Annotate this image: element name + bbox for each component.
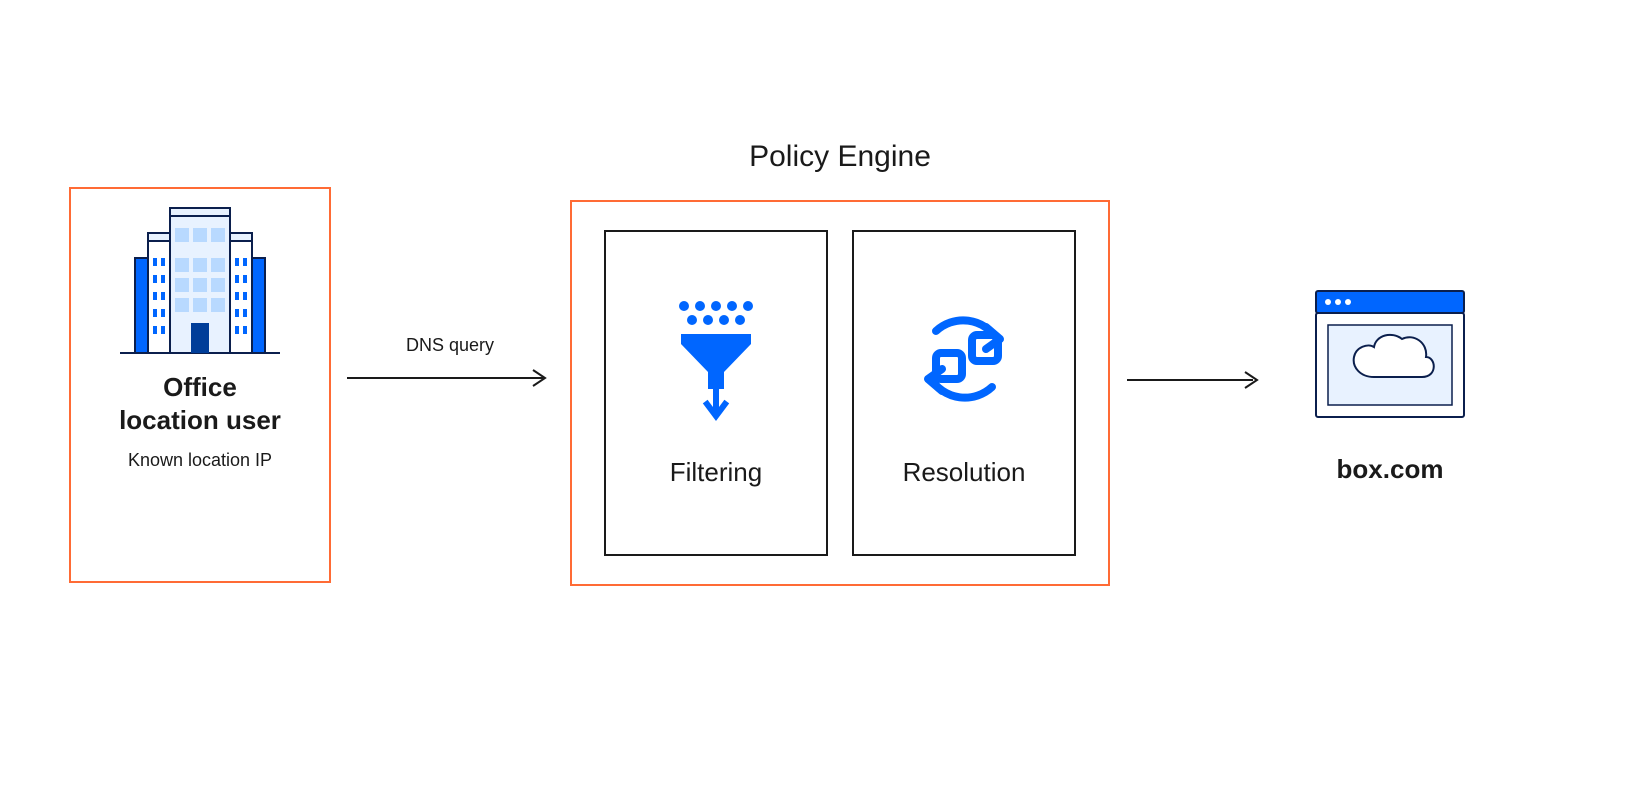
arrow-right-icon xyxy=(345,368,555,388)
policy-engine-title: Policy Engine xyxy=(570,140,1110,174)
office-user-title: Office location user xyxy=(119,371,281,436)
output-arrow xyxy=(1125,370,1265,390)
office-building-icon xyxy=(115,213,285,353)
resolution-box: Resolution xyxy=(852,230,1076,556)
office-user-title-line2: location user xyxy=(119,405,281,435)
destination-box: box.com xyxy=(1280,285,1500,485)
policy-engine-box: Filtering Resolution xyxy=(570,200,1110,586)
destination-label: box.com xyxy=(1337,454,1444,485)
cycle-icon xyxy=(904,289,1024,429)
office-user-subtitle: Known location IP xyxy=(128,450,272,471)
dns-query-label: DNS query xyxy=(406,335,494,356)
arrow-right-icon xyxy=(1125,370,1265,390)
filtering-label: Filtering xyxy=(670,457,762,488)
funnel-icon xyxy=(661,289,771,429)
dns-query-arrow: DNS query xyxy=(345,335,555,388)
filtering-box: Filtering xyxy=(604,230,828,556)
resolution-label: Resolution xyxy=(903,457,1026,488)
office-user-box: Office location user Known location IP xyxy=(69,187,331,583)
office-user-title-line1: Office xyxy=(163,372,237,402)
browser-cloud-icon xyxy=(1310,285,1470,430)
